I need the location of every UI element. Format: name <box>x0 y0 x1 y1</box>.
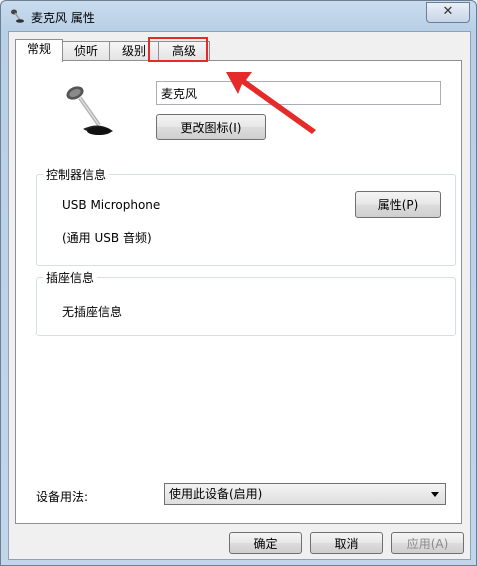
device-name-input[interactable] <box>156 81 441 105</box>
dialog-client-area: 常规 侦听 级别 高级 更改图标(I) 控制器信息 USB Microphone… <box>8 31 471 560</box>
jack-info-title: 插座信息 <box>43 269 98 286</box>
controller-info-title: 控制器信息 <box>43 166 110 183</box>
apply-button[interactable]: 应用(A) <box>391 532 464 554</box>
jack-info-group: 插座信息 无插座信息 <box>36 269 456 336</box>
cancel-button[interactable]: 取消 <box>310 532 383 554</box>
controller-name: USB Microphone <box>62 198 161 212</box>
microphone-icon <box>11 9 24 23</box>
controller-description: (通用 USB 音频) <box>62 231 152 245</box>
title-bar: 麦克风 属性 ✕ <box>1 1 476 31</box>
change-icon-button[interactable]: 更改图标(I) <box>156 114 266 140</box>
controller-properties-button[interactable]: 属性(P) <box>355 191 441 218</box>
properties-window: 麦克风 属性 ✕ 常规 侦听 级别 高级 更改图标(I) 控制器信息 <box>0 0 477 566</box>
close-icon: ✕ <box>442 4 454 19</box>
tab-listen[interactable]: 侦听 <box>62 41 110 61</box>
close-button[interactable]: ✕ <box>426 2 470 23</box>
tab-advanced[interactable]: 高级 <box>158 41 210 61</box>
device-usage-selected: 使用此设备(启用) <box>169 487 263 501</box>
controller-info-group: 控制器信息 USB Microphone (通用 USB 音频) 属性(P) <box>36 166 456 266</box>
device-usage-label: 设备用法: <box>36 490 89 504</box>
chevron-down-icon <box>431 492 439 497</box>
general-tab-panel: 更改图标(I) 控制器信息 USB Microphone (通用 USB 音频)… <box>15 60 462 524</box>
tab-levels[interactable]: 级别 <box>109 41 159 61</box>
ok-button[interactable]: 确定 <box>229 532 302 554</box>
microphone-large-icon <box>66 86 113 135</box>
jack-info-text: 无插座信息 <box>62 305 123 319</box>
device-usage-select[interactable]: 使用此设备(启用) <box>164 483 446 505</box>
window-title: 麦克风 属性 <box>31 11 95 25</box>
tab-general[interactable]: 常规 <box>15 39 63 62</box>
